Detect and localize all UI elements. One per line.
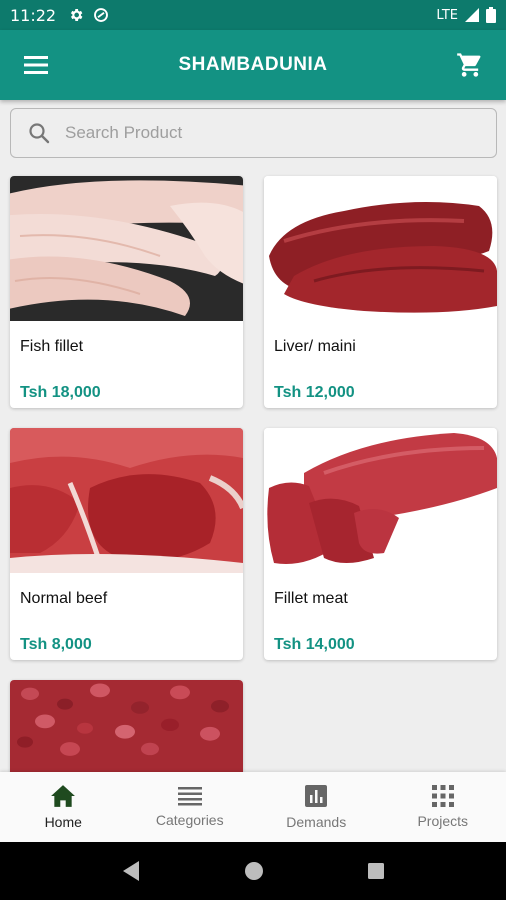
nav-item-home[interactable]: Home [0,772,127,842]
product-image-fillet-meat [264,428,497,573]
nav-label: Categories [155,812,224,828]
app-bar: SHAMBADUNIA [0,30,506,100]
bar-chart-icon [305,785,328,807]
home-circle-icon[interactable] [244,861,264,881]
search-box[interactable] [10,108,497,158]
data-saver-icon [94,8,109,22]
cart-button[interactable] [456,51,484,79]
nav-item-demands[interactable]: Demands [253,772,380,842]
product-card[interactable]: Normal beef Tsh 8,000 [10,428,243,660]
status-time: 11:22 [10,5,57,25]
system-navigation-bar [0,842,506,900]
nav-item-categories[interactable]: Categories [127,772,254,842]
back-icon[interactable] [121,860,141,882]
product-image-normal-beef [10,428,243,573]
home-icon [51,785,76,807]
product-image-minced-meat [10,680,243,780]
menu-button[interactable] [22,51,50,79]
status-bar: 11:22 LTE [0,0,506,30]
nav-item-projects[interactable]: Projects [380,772,506,842]
menu-icon [24,56,48,74]
product-card[interactable]: Liver/ maini Tsh 12,000 [264,176,497,408]
product-price: Tsh 18,000 [20,384,101,401]
product-price: Tsh 8,000 [20,636,92,653]
nav-label: Projects [417,813,469,829]
product-image-liver [264,176,497,321]
product-name: Fillet meat [274,590,348,607]
product-price: Tsh 14,000 [274,636,355,653]
network-type: LTE [436,7,458,23]
list-icon [177,787,202,806]
nav-label: Demands [286,814,347,830]
bottom-navigation: Home Categories Demands Projects [0,772,506,842]
settings-icon [71,9,83,21]
product-name: Fish fillet [20,338,84,355]
product-image-fish-fillet [10,176,243,321]
product-card[interactable]: Fish fillet Tsh 18,000 [10,176,243,408]
recents-icon[interactable] [367,862,385,880]
cart-icon [457,53,481,77]
product-name: Normal beef [20,590,108,607]
search-input[interactable] [65,123,480,143]
signal-icon [465,8,479,22]
product-price: Tsh 12,000 [274,384,355,401]
grid-icon [431,785,454,807]
battery-icon [486,7,496,23]
product-name: Liver/ maini [274,338,356,355]
search-icon [29,123,50,144]
product-card[interactable]: Fillet meat Tsh 14,000 [264,428,497,660]
nav-label: Home [44,814,82,830]
app-title: SHAMBADUNIA [178,54,328,75]
product-card[interactable] [10,680,243,780]
